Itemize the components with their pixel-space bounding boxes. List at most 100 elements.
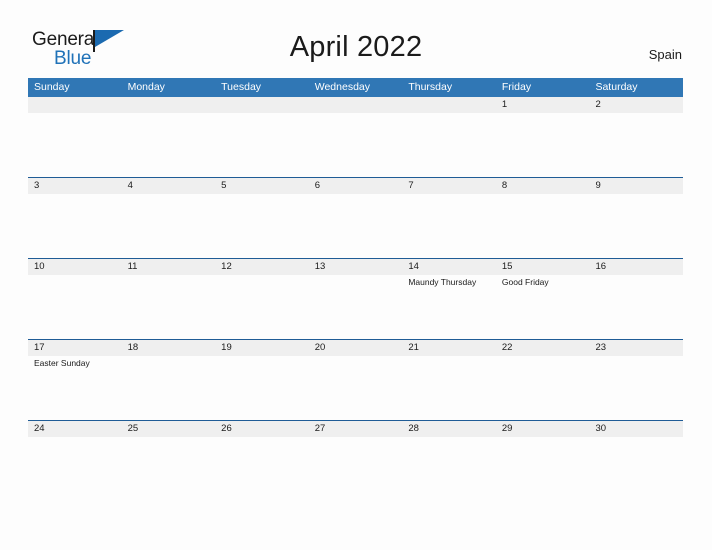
week-days: 24 25 26 27 28 29 30 <box>28 421 683 517</box>
day-number <box>221 97 309 113</box>
day-event-label <box>128 356 216 357</box>
day-event-label <box>502 356 590 357</box>
weekday-header-saturday: Saturday <box>595 81 638 93</box>
weekday-header-friday: Friday <box>501 81 532 93</box>
calendar-week-row: 17 Easter Sunday 18 19 20 21 22 23 <box>28 339 683 420</box>
calendar-week-row: 24 25 26 27 28 29 30 <box>28 420 683 517</box>
day-number <box>315 97 403 113</box>
calendar-day-cell[interactable]: 8 <box>496 178 590 258</box>
calendar-day-cell[interactable]: 19 <box>215 340 309 420</box>
calendar-day-cell[interactable] <box>402 97 496 177</box>
calendar-day-cell[interactable] <box>122 97 216 177</box>
day-event-label <box>34 113 122 114</box>
day-number: 21 <box>408 342 419 353</box>
day-number: 24 <box>34 423 45 434</box>
calendar-day-cell[interactable]: 9 <box>589 178 683 258</box>
day-number: 5 <box>221 180 227 191</box>
week-days: 1 2 <box>28 97 683 177</box>
weekday-header-wednesday: Wednesday <box>314 81 370 93</box>
calendar-day-cell[interactable] <box>28 97 122 177</box>
day-event-label <box>502 113 590 114</box>
day-event-label <box>315 275 403 276</box>
weekday-header-monday: Monday <box>127 81 165 93</box>
calendar-day-cell[interactable]: 27 <box>309 421 403 517</box>
calendar-day-cell[interactable]: 28 <box>402 421 496 517</box>
week-days: 17 Easter Sunday 18 19 20 21 22 23 <box>28 340 683 420</box>
day-event-label: Maundy Thursday <box>408 277 477 287</box>
day-number: 11 <box>127 261 138 272</box>
calendar-day-cell[interactable]: 14 Maundy Thursday <box>402 259 496 339</box>
week-days: 3 4 5 6 7 8 9 <box>28 178 683 258</box>
calendar-day-cell[interactable]: 10 <box>28 259 122 339</box>
calendar-day-cell[interactable]: 29 <box>496 421 590 517</box>
day-event-label <box>34 194 122 195</box>
calendar-day-cell[interactable]: 18 <box>122 340 216 420</box>
calendar-day-cell[interactable]: 24 <box>28 421 122 517</box>
day-event-label <box>595 437 683 438</box>
day-number <box>34 97 122 113</box>
calendar-day-cell[interactable]: 7 <box>402 178 496 258</box>
day-number: 2 <box>595 99 601 110</box>
day-event-label <box>128 275 216 276</box>
calendar-day-cell[interactable]: 22 <box>496 340 590 420</box>
weekday-header-thursday: Thursday <box>408 81 453 93</box>
day-number: 26 <box>221 423 232 434</box>
weekday-header-row: Sunday Monday Tuesday Wednesday Thursday… <box>28 78 683 97</box>
page-title: April 2022 <box>289 31 423 63</box>
day-event-label <box>502 437 590 438</box>
calendar-day-cell[interactable]: 6 <box>309 178 403 258</box>
calendar-page: General Blue April 2022 Spain Sunday Mon… <box>0 0 712 550</box>
calendar-day-cell[interactable] <box>215 97 309 177</box>
calendar-day-cell[interactable]: 13 <box>309 259 403 339</box>
day-event-label <box>221 437 309 438</box>
page-header: General Blue April 2022 Spain <box>0 0 712 76</box>
day-event-label <box>502 194 590 195</box>
weekday-header-sunday: Sunday <box>34 81 70 93</box>
day-number: 10 <box>34 261 45 272</box>
day-event-label <box>408 437 496 438</box>
day-event-label: Easter Sunday <box>34 358 90 368</box>
day-number: 25 <box>127 423 139 434</box>
weekday-header-tuesday: Tuesday <box>221 81 262 93</box>
calendar-day-cell[interactable]: 25 <box>122 421 216 517</box>
calendar-day-cell[interactable]: 17 Easter Sunday <box>28 340 122 420</box>
day-number: 30 <box>595 423 607 434</box>
day-number: 29 <box>501 423 513 434</box>
day-event-label <box>595 275 683 276</box>
calendar-day-cell[interactable]: 3 <box>28 178 122 258</box>
day-event-label <box>315 437 403 438</box>
calendar-day-cell[interactable]: 26 <box>215 421 309 517</box>
calendar-day-cell[interactable]: 1 <box>496 97 590 177</box>
calendar-day-cell[interactable]: 30 <box>589 421 683 517</box>
calendar-day-cell[interactable]: 21 <box>402 340 496 420</box>
day-number: 1 <box>501 99 508 110</box>
calendar-day-cell[interactable]: 20 <box>309 340 403 420</box>
calendar-grid: Sunday Monday Tuesday Wednesday Thursday… <box>28 78 683 517</box>
calendar-day-cell[interactable]: 12 <box>215 259 309 339</box>
calendar-day-cell[interactable]: 5 <box>215 178 309 258</box>
calendar-day-cell[interactable]: 4 <box>122 178 216 258</box>
day-event-label <box>128 194 216 195</box>
country-label: Spain <box>648 47 682 62</box>
day-number: 23 <box>595 342 607 353</box>
calendar-week-row: 10 11 12 13 14 Maundy Thursday 15 Good F… <box>28 258 683 339</box>
day-number <box>128 97 216 113</box>
day-number: 9 <box>595 180 601 191</box>
day-event-label <box>128 113 216 114</box>
calendar-day-cell[interactable]: 16 <box>589 259 683 339</box>
day-number: 3 <box>34 180 40 191</box>
calendar-day-cell[interactable]: 15 Good Friday <box>496 259 590 339</box>
day-number: 15 <box>501 261 513 272</box>
calendar-day-cell[interactable]: 11 <box>122 259 216 339</box>
calendar-day-cell[interactable] <box>309 97 403 177</box>
day-event-label <box>595 356 683 357</box>
day-number: 12 <box>221 261 232 272</box>
calendar-day-cell[interactable]: 23 <box>589 340 683 420</box>
day-event-label <box>408 113 496 114</box>
calendar-day-cell[interactable]: 2 <box>589 97 683 177</box>
day-number: 28 <box>408 423 419 434</box>
day-number: 17 <box>34 342 45 353</box>
day-number: 14 <box>408 261 419 272</box>
day-number: 19 <box>221 342 232 353</box>
day-event-label <box>34 275 122 276</box>
